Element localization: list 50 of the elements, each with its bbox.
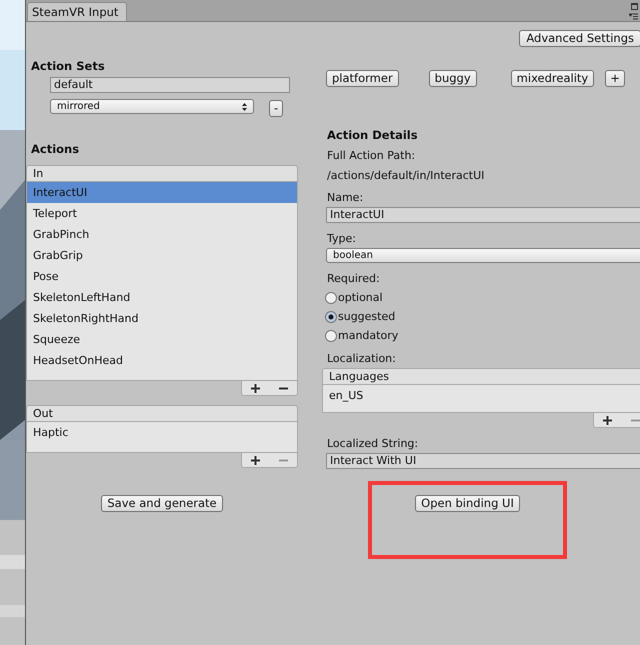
radio-icon[interactable] bbox=[325, 292, 337, 304]
field-label: Required: bbox=[327, 272, 381, 285]
add-icon[interactable] bbox=[251, 456, 260, 464]
add-icon[interactable] bbox=[251, 384, 260, 392]
list-item[interactable]: en_US bbox=[323, 385, 640, 406]
list-header: Out bbox=[26, 405, 298, 422]
open-binding-button[interactable]: Open binding UI bbox=[415, 495, 520, 512]
radio-icon[interactable] bbox=[325, 330, 337, 342]
action-set-button[interactable]: buggy bbox=[428, 70, 477, 87]
list-item[interactable]: GrabGrip bbox=[27, 245, 297, 266]
list-item[interactable]: Haptic bbox=[27, 422, 297, 443]
list-item[interactable]: InteractUI bbox=[27, 182, 297, 203]
radio-option[interactable]: suggested bbox=[325, 310, 396, 323]
menu-icon[interactable] bbox=[629, 13, 638, 20]
text-field[interactable]: InteractUI bbox=[326, 207, 640, 223]
list-item[interactable]: SkeletonLeftHand bbox=[27, 287, 297, 308]
dropdown[interactable]: boolean bbox=[326, 248, 640, 263]
list-item[interactable]: SkeletonRightHand bbox=[27, 308, 297, 329]
list-item[interactable]: Pose bbox=[27, 266, 297, 287]
action-path: /actions/default/in/InteractUI bbox=[327, 169, 486, 182]
field-label: Localization: bbox=[327, 352, 397, 365]
remove-button[interactable]: - bbox=[269, 100, 284, 117]
field-label: Full Action Path: bbox=[327, 149, 416, 162]
list-item[interactable]: GrabPinch bbox=[27, 224, 297, 245]
updown-arrows-icon bbox=[242, 102, 247, 110]
add-button[interactable]: + bbox=[605, 70, 625, 87]
field-label: Name: bbox=[327, 191, 364, 204]
action-set-button[interactable]: platformer bbox=[326, 70, 399, 87]
section-heading: Actions bbox=[31, 142, 80, 156]
section-heading: Action Sets bbox=[31, 59, 106, 73]
radio-icon[interactable] bbox=[325, 310, 337, 322]
radio-option[interactable]: optional bbox=[325, 291, 383, 304]
section-heading: Action Details bbox=[327, 128, 419, 142]
dropdown[interactable]: mirrored bbox=[50, 99, 254, 114]
field-label: Localized String: bbox=[327, 437, 420, 450]
list-header: In bbox=[26, 165, 298, 182]
radio-option[interactable]: mandatory bbox=[325, 329, 398, 342]
window-tab[interactable]: SteamVR Input bbox=[27, 2, 128, 21]
list-item[interactable]: Teleport bbox=[27, 203, 297, 224]
text-field[interactable]: Interact With UI bbox=[326, 453, 640, 469]
list-item[interactable]: Squeeze bbox=[27, 329, 297, 350]
text-field[interactable]: default bbox=[50, 77, 290, 93]
field-label: Type: bbox=[327, 232, 357, 245]
list-item[interactable]: HeadsetOnHead bbox=[27, 350, 297, 371]
save-button[interactable]: Save and generate bbox=[101, 495, 223, 512]
maximize-icon[interactable] bbox=[631, 3, 638, 10]
add-icon[interactable] bbox=[603, 416, 612, 424]
list-header: Languages bbox=[322, 368, 640, 385]
advanced-settings-button[interactable]: Advanced Settings bbox=[519, 30, 640, 47]
action-set-button[interactable]: mixedreality bbox=[510, 70, 594, 87]
